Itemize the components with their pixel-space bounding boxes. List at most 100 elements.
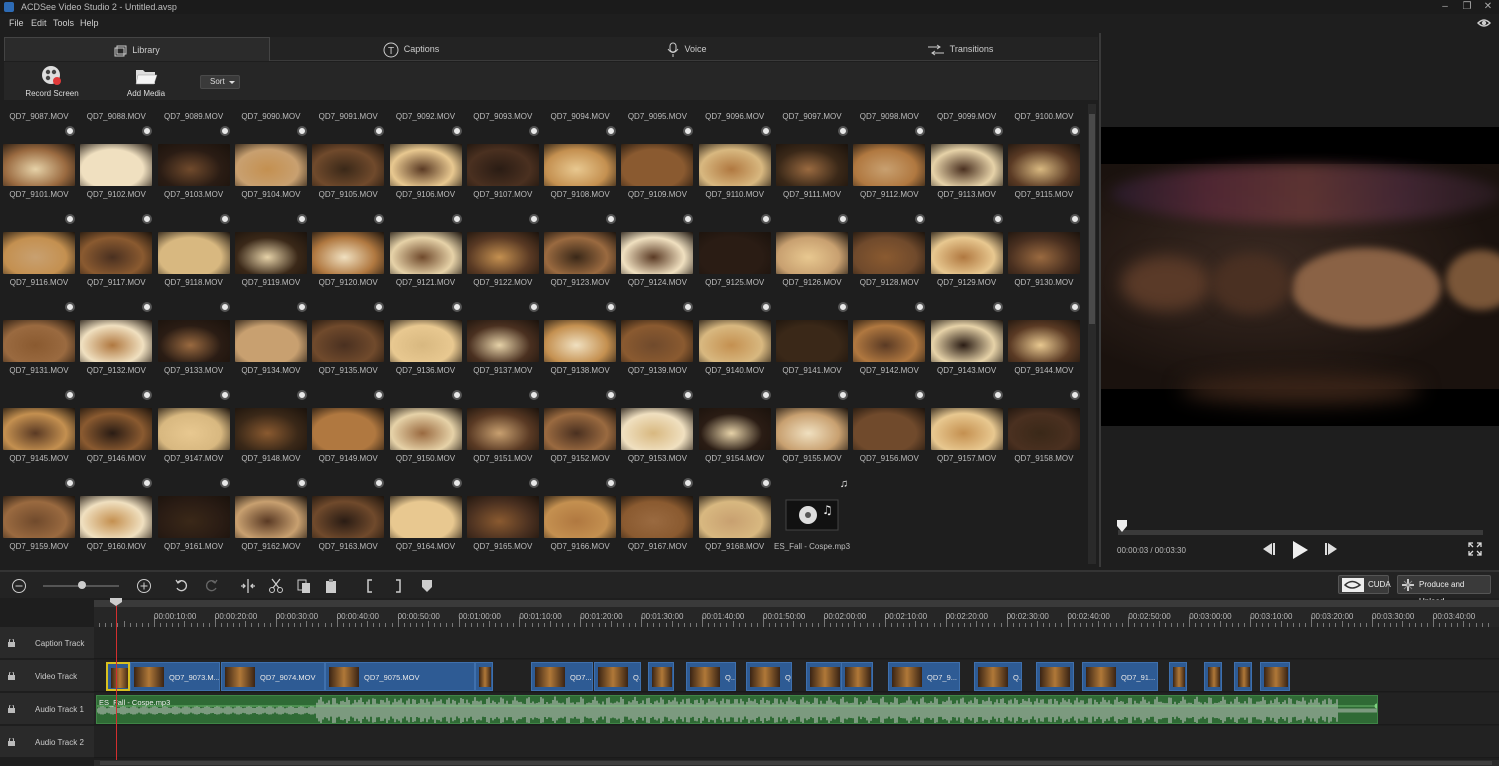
media-item[interactable]: QD7_9103.MOV [156, 124, 232, 210]
media-item[interactable]: QD7_9111.MOV [774, 124, 850, 210]
media-item[interactable]: QD7_9161.MOV [156, 476, 232, 562]
split-icon[interactable] [240, 578, 256, 594]
video-clip[interactable]: Q... [974, 662, 1022, 691]
media-item[interactable]: QD7_9142.MOV [851, 300, 927, 386]
produce-and-upload-button[interactable]: Produce and Upload [1397, 575, 1491, 606]
media-item[interactable]: QD7_9128.MOV [851, 212, 927, 298]
eye-icon[interactable] [1477, 16, 1491, 30]
media-item[interactable]: QD7_9129.MOV [929, 212, 1005, 298]
preview-scrubber[interactable] [1118, 530, 1483, 535]
media-item[interactable]: QD7_9110.MOV [697, 124, 773, 210]
media-label[interactable]: QD7_9088.MOV [78, 112, 154, 121]
marker-icon[interactable] [419, 578, 435, 594]
media-label[interactable]: QD7_9099.MOV [929, 112, 1005, 121]
video-clip[interactable]: QD7_9074.MOV [221, 662, 325, 691]
fullscreen-icon[interactable] [1468, 542, 1482, 556]
media-item[interactable]: QD7_9117.MOV [78, 212, 154, 298]
media-item[interactable]: QD7_9143.MOV [929, 300, 1005, 386]
scrollbar-thumb[interactable] [1089, 114, 1095, 324]
video-clip[interactable]: Q [746, 662, 792, 691]
media-item[interactable]: QD7_9106.MOV [388, 124, 464, 210]
media-label[interactable]: QD7_9089.MOV [156, 112, 232, 121]
media-item[interactable]: QD7_9141.MOV [774, 300, 850, 386]
video-clip[interactable] [1036, 662, 1074, 691]
media-item[interactable]: QD7_9126.MOV [774, 212, 850, 298]
lock-icon[interactable] [8, 705, 15, 713]
cut-icon[interactable] [268, 578, 284, 594]
media-item[interactable]: QD7_9105.MOV [310, 124, 386, 210]
tab-library[interactable]: Library [4, 37, 270, 61]
scrubber-handle[interactable] [1117, 520, 1127, 532]
media-label[interactable]: QD7_9092.MOV [388, 112, 464, 121]
zoom-slider-handle[interactable] [78, 581, 86, 589]
media-item[interactable]: QD7_9134.MOV [233, 300, 309, 386]
media-item[interactable]: QD7_9104.MOV [233, 124, 309, 210]
video-clip[interactable]: Q... [594, 662, 641, 691]
media-item[interactable]: QD7_9131.MOV [1, 300, 77, 386]
tab-voice[interactable]: Voice [552, 37, 822, 61]
media-item[interactable]: QD7_9116.MOV [1, 212, 77, 298]
media-label[interactable]: QD7_9091.MOV [310, 112, 386, 121]
media-label[interactable]: QD7_9087.MOV [1, 112, 77, 121]
sort-dropdown[interactable]: Sort [200, 75, 240, 89]
media-item[interactable]: QD7_9145.MOV [1, 388, 77, 474]
cuda-button[interactable]: CUDA [1338, 575, 1391, 594]
playhead[interactable] [116, 600, 117, 762]
play-button[interactable] [1290, 540, 1310, 560]
video-clip[interactable]: QD7... [531, 662, 593, 691]
media-label[interactable]: QD7_9096.MOV [697, 112, 773, 121]
video-clip[interactable] [648, 662, 674, 691]
lock-icon[interactable] [8, 639, 15, 647]
media-item[interactable]: QD7_9148.MOV [233, 388, 309, 474]
video-clip[interactable] [106, 662, 130, 691]
add-media-button[interactable]: Add Media [116, 65, 176, 98]
video-clip[interactable]: Q... [686, 662, 736, 691]
undo-icon[interactable] [174, 578, 190, 594]
media-item[interactable]: QD7_9101.MOV [1, 124, 77, 210]
media-label[interactable]: QD7_9097.MOV [774, 112, 850, 121]
menu-edit[interactable]: Edit [31, 15, 47, 31]
media-item[interactable]: QD7_9158.MOV [1006, 388, 1082, 474]
media-item[interactable]: QD7_9146.MOV [78, 388, 154, 474]
media-item[interactable]: QD7_9120.MOV [310, 212, 386, 298]
media-item[interactable]: QD7_9115.MOV [1006, 124, 1082, 210]
media-item[interactable]: QD7_9160.MOV [78, 476, 154, 562]
media-label[interactable]: QD7_9095.MOV [619, 112, 695, 121]
tab-transitions[interactable]: Transitions [822, 37, 1098, 61]
menu-help[interactable]: Help [80, 15, 99, 31]
media-item[interactable]: QD7_9139.MOV [619, 300, 695, 386]
video-clip[interactable] [841, 662, 873, 691]
previous-frame-button[interactable] [1260, 541, 1278, 557]
media-item[interactable]: QD7_9121.MOV [388, 212, 464, 298]
video-clip[interactable] [475, 662, 493, 691]
menu-file[interactable]: File [9, 15, 24, 31]
video-clip[interactable]: QD7_9... [888, 662, 960, 691]
video-clip[interactable] [1204, 662, 1222, 691]
media-item[interactable]: QD7_9107.MOV [465, 124, 541, 210]
media-item[interactable]: QD7_9150.MOV [388, 388, 464, 474]
media-label[interactable]: QD7_9094.MOV [542, 112, 618, 121]
video-clip[interactable]: QD7_9073.M... [130, 662, 220, 691]
media-item[interactable]: QD7_9154.MOV [697, 388, 773, 474]
mark-in-icon[interactable] [362, 578, 378, 594]
audio-track-2-lane[interactable] [94, 726, 1499, 758]
copy-icon[interactable] [296, 578, 312, 594]
media-item[interactable]: QD7_9109.MOV [619, 124, 695, 210]
media-item[interactable]: QD7_9153.MOV [619, 388, 695, 474]
menu-tools[interactable]: Tools [53, 15, 74, 31]
timeline-scroll-thumb[interactable] [100, 761, 1492, 765]
video-clip[interactable]: QD7_91... [1082, 662, 1158, 691]
media-item[interactable]: QD7_9165.MOV [465, 476, 541, 562]
video-clip[interactable] [1260, 662, 1290, 691]
media-item[interactable]: QD7_9168.MOV [697, 476, 773, 562]
media-item[interactable]: QD7_9113.MOV [929, 124, 1005, 210]
media-item[interactable]: QD7_9112.MOV [851, 124, 927, 210]
paste-icon[interactable] [324, 578, 340, 594]
media-item[interactable]: QD7_9122.MOV [465, 212, 541, 298]
media-item[interactable]: QD7_9119.MOV [233, 212, 309, 298]
media-label[interactable]: QD7_9090.MOV [233, 112, 309, 121]
media-item[interactable]: QD7_9152.MOV [542, 388, 618, 474]
media-item[interactable]: QD7_9118.MOV [156, 212, 232, 298]
zoom-out-icon[interactable] [11, 578, 27, 594]
media-item[interactable]: QD7_9140.MOV [697, 300, 773, 386]
